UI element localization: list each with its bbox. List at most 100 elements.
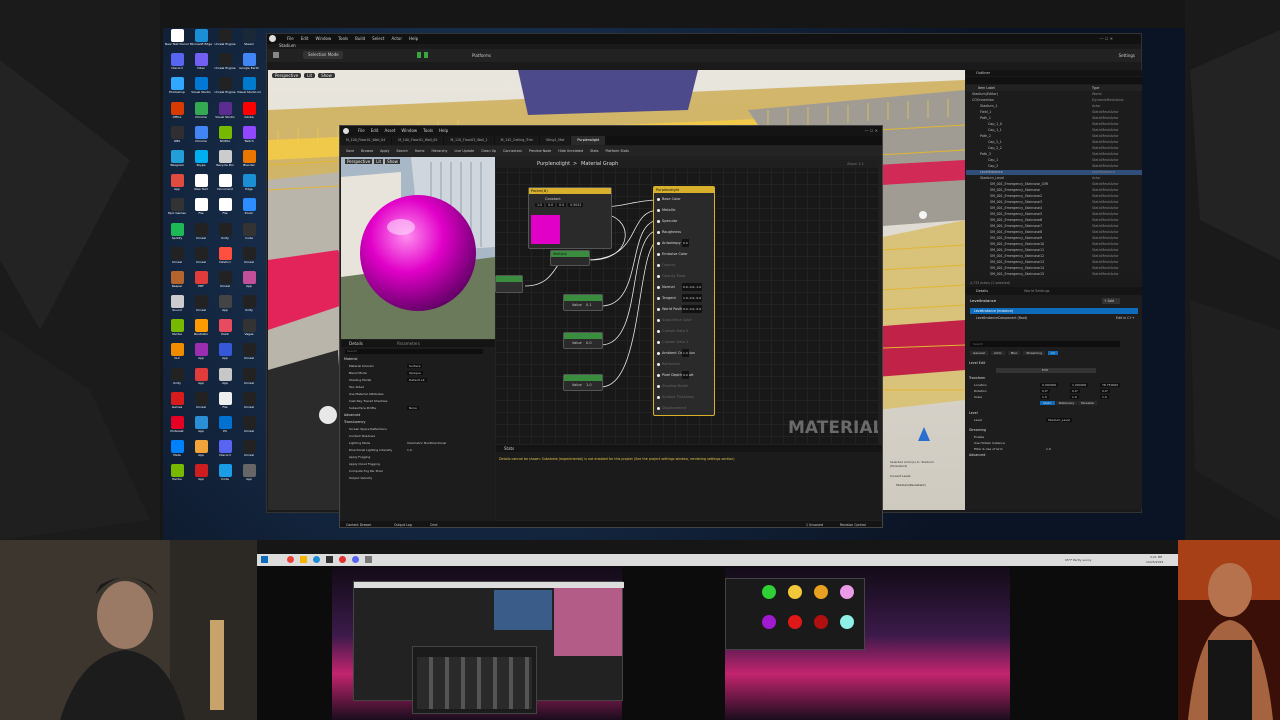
desktop-icon[interactable]: Microsoft Edge xyxy=(189,28,213,52)
desktop-icon[interactable]: VLC xyxy=(165,342,189,366)
desktop-icon[interactable]: Unreal xyxy=(237,367,261,391)
unreal-taskbar-icon[interactable] xyxy=(326,556,333,563)
outliner-row[interactable]: COOnnection DynamicMeshActor xyxy=(966,98,1142,103)
thumbnail-window-2[interactable] xyxy=(412,646,537,714)
partial-node[interactable] xyxy=(495,275,523,293)
outliner-row[interactable]: SM_001_Emergency_Staircase4 StaticMeshAct… xyxy=(966,206,1142,211)
asset-tab[interactable]: M_110_Floor03_Wall_1 xyxy=(444,136,494,145)
desktop-icon[interactable]: Nvidia xyxy=(165,463,189,487)
output-pin[interactable]: Tangent 1.0, 0.0, 0.0 xyxy=(654,294,716,305)
material-details-section[interactable]: Advanced xyxy=(344,413,360,417)
thumbnail-material-balls[interactable] xyxy=(725,578,865,650)
streaming-value[interactable]: 1.0 xyxy=(1046,447,1051,451)
discord-icon[interactable] xyxy=(352,556,359,563)
unsaved-indicator[interactable]: 1 Unsaved xyxy=(806,523,823,527)
desktop-icon[interactable]: Unreal xyxy=(189,222,213,246)
output-pin[interactable]: Custom Data 0 xyxy=(654,327,716,338)
output-pin-value[interactable]: 0.0 xyxy=(682,371,689,379)
desktop-icon[interactable]: Chrome xyxy=(189,125,213,149)
menu-item[interactable]: Tools xyxy=(338,36,348,41)
details-section-header[interactable]: Advanced xyxy=(969,453,985,457)
outliner-row[interactable]: SM_001_Emergency_Staircase8 StaticMeshAct… xyxy=(966,230,1142,235)
component-child-row[interactable]: LevelInstanceComponent (Root) xyxy=(976,316,1027,320)
preview-show-button[interactable]: Show xyxy=(385,159,400,164)
outliner-row[interactable]: Path_2 StaticMeshActor xyxy=(966,134,1142,139)
output-pin[interactable]: Subsurface Color xyxy=(654,316,716,327)
asset-tab[interactable]: Purplenolight xyxy=(571,136,606,145)
output-pin[interactable]: Metallic xyxy=(654,206,716,217)
outliner-row[interactable]: Stadium_1 Actor xyxy=(966,104,1142,109)
outliner-row[interactable]: SM_001_Emergency_Staircase15 StaticMeshAc… xyxy=(966,272,1142,277)
desktop-icon[interactable]: Unity xyxy=(213,222,237,246)
desktop-icon[interactable]: Office xyxy=(165,101,189,125)
toolbar-button[interactable]: Hide Unrelated xyxy=(558,149,583,153)
details-search[interactable]: Search xyxy=(970,341,1120,347)
outliner-row[interactable]: SM_001_Emergency_Staircase StaticMeshActo… xyxy=(966,188,1142,193)
desktop-icon[interactable]: Visual Studio xyxy=(189,76,213,100)
tab-parameters[interactable]: Parameters xyxy=(397,341,420,346)
desktop-icon[interactable]: Steam xyxy=(237,28,261,52)
toolbar-button[interactable]: Live Update xyxy=(454,149,474,153)
material-property-value[interactable]: 1.0 xyxy=(407,448,412,452)
desktop-icon[interactable]: Unreal xyxy=(237,391,261,415)
selection-mode-button[interactable]: Selection Mode xyxy=(303,51,343,59)
output-pin-value[interactable]: 1.0, 0.0, 0.0 xyxy=(682,294,703,302)
details-section-header[interactable]: Level Edit xyxy=(969,361,985,365)
save-icon[interactable] xyxy=(273,52,279,58)
desktop-icon[interactable]: App xyxy=(189,463,213,487)
desktop-icon[interactable]: Unreal xyxy=(189,294,213,318)
edit-in-cpp-link[interactable]: Edit in C++ xyxy=(1116,316,1135,320)
toolbar-button[interactable]: Search xyxy=(396,149,407,153)
desktop-icon[interactable]: Telegram xyxy=(165,149,189,173)
menu-item[interactable]: Select xyxy=(372,36,384,41)
desktop-icon[interactable]: Unity xyxy=(237,294,261,318)
outliner-search[interactable] xyxy=(966,77,1142,84)
multiply-node[interactable]: Multiply xyxy=(550,250,590,266)
outliner-row[interactable]: Cap_1_0 StaticMeshActor xyxy=(966,122,1142,127)
desktop-icon[interactable]: App xyxy=(237,463,261,487)
menu-item[interactable]: Tools xyxy=(423,128,433,133)
output-pin[interactable]: Normal 0.0, 0.0, 1.0 xyxy=(654,283,716,294)
outliner-row[interactable]: SM_001_Emergency_Staircase14 StaticMeshAc… xyxy=(966,266,1142,271)
desktop-icon[interactable]: App xyxy=(189,342,213,366)
desktop-icon[interactable]: Viber xyxy=(189,52,213,76)
desktop-icon[interactable]: Code xyxy=(237,222,261,246)
project-tab[interactable]: Stadium xyxy=(279,43,296,48)
desktop-icon[interactable]: App xyxy=(165,173,189,197)
outliner-row[interactable]: Stadium_Level Actor xyxy=(966,176,1142,181)
output-pin[interactable]: Custom Data 1 xyxy=(654,338,716,349)
desktop-icon[interactable]: Nvidia xyxy=(165,318,189,342)
outliner-row[interactable]: Stadium(Editor) World xyxy=(966,92,1142,97)
desktop-icon[interactable]: Adobe xyxy=(237,101,261,125)
desktop-icon[interactable]: File xyxy=(189,197,213,221)
mobility-toggle[interactable]: Static Stationary Movable xyxy=(1040,401,1097,405)
outliner-row[interactable]: SM_001_Emergency_Staircase11 StaticMeshAc… xyxy=(966,248,1142,253)
desktop-icon[interactable]: App xyxy=(213,367,237,391)
settings-button[interactable]: Settings xyxy=(1119,53,1135,58)
desktop-icon[interactable]: Pinterest xyxy=(165,415,189,439)
desktop-icon[interactable]: Skype xyxy=(189,149,213,173)
desktop-icon[interactable]: Twitch xyxy=(237,125,261,149)
mobility-option[interactable]: Movable xyxy=(1078,401,1097,405)
add-component-button[interactable]: + Add xyxy=(1102,298,1120,304)
material-preview-viewport[interactable]: Perspective Lit Show xyxy=(341,157,495,339)
output-pin-value[interactable]: 1.0 xyxy=(682,349,689,357)
menu-item[interactable]: Actor xyxy=(391,36,402,41)
desktop-icon[interactable]: Spotify xyxy=(165,222,189,246)
component-root-row[interactable]: LevelInstance (Instance) xyxy=(974,309,1013,313)
output-pin[interactable]: Roughness xyxy=(654,228,716,239)
edit-level-button[interactable]: Edit xyxy=(996,368,1096,373)
clock-time[interactable]: 3:21 PM xyxy=(1150,555,1162,559)
value-node-3[interactable]: Value 1.0 xyxy=(563,374,603,391)
weather-widget[interactable]: 95°F Partly sunny xyxy=(1065,558,1092,562)
desktop-icon[interactable]: DaVinci xyxy=(213,246,237,270)
level-value-field[interactable]: Stadium_Level xyxy=(1046,418,1072,422)
desktop-icon[interactable]: Unreal xyxy=(165,246,189,270)
color-swatch[interactable] xyxy=(531,215,560,244)
output-pin-value[interactable]: 0.0, 0.0, 1.0 xyxy=(682,283,703,291)
output-pin[interactable]: Base Color xyxy=(654,195,716,206)
content-drawer-button[interactable]: Content Drawer xyxy=(346,523,371,527)
outliner-row[interactable]: LevelInstance LevelInstance xyxy=(966,170,1142,176)
transform-field[interactable]: 1.0 xyxy=(1040,395,1049,399)
outliner-row[interactable]: SM_001_Emergency_Staircase3 StaticMeshAct… xyxy=(966,200,1142,205)
